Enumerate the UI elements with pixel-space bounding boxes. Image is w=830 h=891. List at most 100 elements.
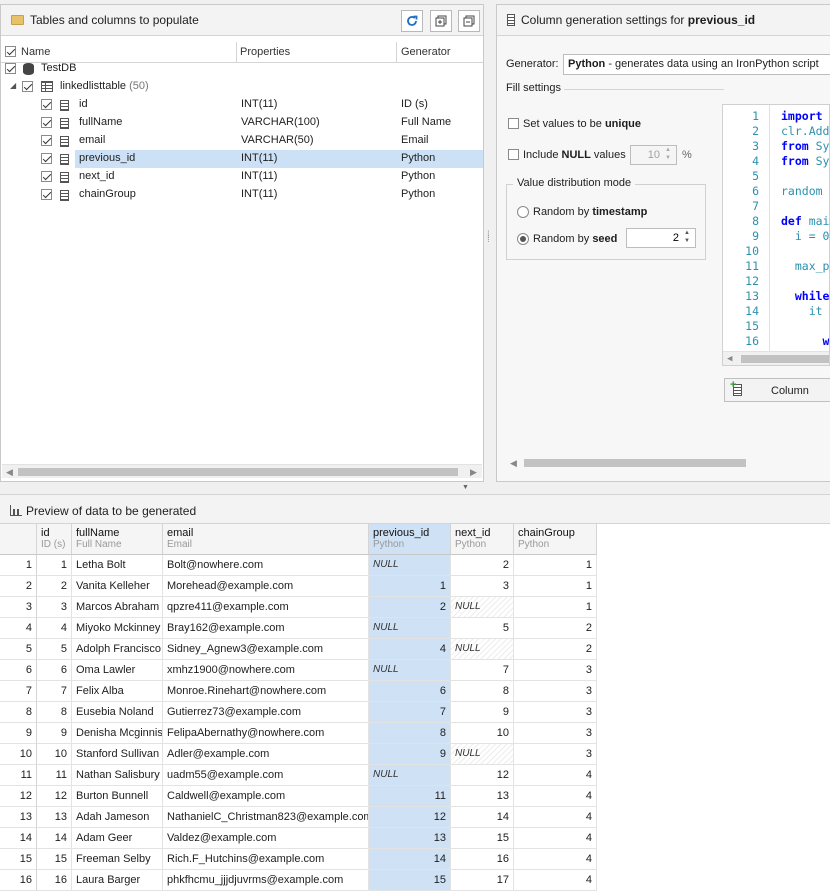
grid-cell[interactable]: 9 xyxy=(37,723,72,744)
column-checkbox[interactable] xyxy=(41,189,52,200)
tree-row-table[interactable]: ◢ linkedlisttable (50) xyxy=(1,78,481,96)
column-checkbox[interactable] xyxy=(41,153,52,164)
grid-cell[interactable]: 4 xyxy=(514,849,597,870)
code-scroll-thumb[interactable] xyxy=(741,355,829,363)
grid-cell[interactable]: Vanita Kelleher xyxy=(72,576,163,597)
grid-cell[interactable]: 1 xyxy=(514,597,597,618)
code-scroll-left-icon[interactable]: ◀ xyxy=(727,354,732,364)
grid-cell[interactable]: NULL xyxy=(451,597,514,618)
column-checkbox[interactable] xyxy=(41,135,52,146)
grid-cell[interactable]: Laura Barger xyxy=(72,870,163,891)
grid-cell[interactable]: 14 xyxy=(451,807,514,828)
grid-cell[interactable]: Nathan Salisbury xyxy=(72,765,163,786)
grid-cell[interactable]: 16 xyxy=(37,870,72,891)
grid-cell[interactable]: 3 xyxy=(514,744,597,765)
grid-cell[interactable]: 4 xyxy=(514,870,597,891)
grid-cell[interactable]: 15 xyxy=(369,870,451,891)
grid-cell[interactable]: 4 xyxy=(37,618,72,639)
grid-cell[interactable]: 1 xyxy=(514,555,597,576)
grid-cell[interactable]: 7 xyxy=(369,702,451,723)
grid-cell[interactable]: NathanielC_Christman823@example.com xyxy=(163,807,369,828)
grid-cell[interactable]: Valdez@example.com xyxy=(163,828,369,849)
grid-column-header[interactable]: next_id Python xyxy=(451,524,514,555)
scroll-right-icon[interactable]: ▶ xyxy=(470,467,477,478)
expand-all-button[interactable] xyxy=(430,10,452,32)
database-checkbox[interactable] xyxy=(5,63,16,74)
grid-cell[interactable]: FelipaAbernathy@nowhere.com xyxy=(163,723,369,744)
generator-select[interactable]: Python - generates data using an IronPyt… xyxy=(563,54,830,75)
grid-cell[interactable]: 3 xyxy=(514,660,597,681)
scroll-thumb[interactable] xyxy=(18,468,458,476)
tables-horizontal-scrollbar[interactable]: ◀ ▶ xyxy=(2,464,482,478)
grid-cell[interactable]: 11 xyxy=(37,765,72,786)
column-button[interactable]: + Column xyxy=(724,378,830,402)
grid-cell[interactable]: 2 xyxy=(514,618,597,639)
grid-cell[interactable]: Caldwell@example.com xyxy=(163,786,369,807)
grid-cell[interactable]: 1 xyxy=(514,576,597,597)
grid-cell[interactable]: 4 xyxy=(514,828,597,849)
grid-cell[interactable]: Rich.F_Hutchins@example.com xyxy=(163,849,369,870)
grid-cell[interactable]: NULL xyxy=(369,765,451,786)
grid-cell[interactable]: 13 xyxy=(451,786,514,807)
tree-row-column[interactable]: next_id INT(11) Python xyxy=(1,168,481,186)
grid-cell[interactable]: 3 xyxy=(37,597,72,618)
grid-cell[interactable]: 7 xyxy=(37,681,72,702)
grid-cell[interactable]: Stanford Sullivan xyxy=(72,744,163,765)
grid-cell[interactable]: 8 xyxy=(451,681,514,702)
grid-cell[interactable]: 12 xyxy=(451,765,514,786)
collapse-all-button[interactable] xyxy=(458,10,480,32)
grid-cell[interactable]: 12 xyxy=(369,807,451,828)
grid-cell[interactable]: 10 xyxy=(37,744,72,765)
grid-cell[interactable]: 8 xyxy=(369,723,451,744)
random-seed-radio[interactable] xyxy=(517,233,529,245)
grid-cell[interactable]: 13 xyxy=(37,807,72,828)
grid-cell[interactable]: 9 xyxy=(369,744,451,765)
column-checkbox[interactable] xyxy=(41,117,52,128)
grid-cell[interactable]: 15 xyxy=(37,849,72,870)
grid-cell[interactable]: uadm55@example.com xyxy=(163,765,369,786)
grid-cell[interactable]: 1 xyxy=(37,555,72,576)
include-null-checkbox[interactable] xyxy=(508,149,519,160)
grid-cell[interactable]: 3 xyxy=(514,702,597,723)
grid-cell[interactable]: 6 xyxy=(37,660,72,681)
column-checkbox[interactable] xyxy=(41,99,52,110)
splitter-grip-icon[interactable]: ⁞ ⁞ xyxy=(487,231,490,245)
grid-cell[interactable]: Marcos Abraham xyxy=(72,597,163,618)
grid-cell[interactable]: 14 xyxy=(369,849,451,870)
grid-cell[interactable]: 4 xyxy=(514,765,597,786)
settings-scroll-left-icon[interactable]: ◀ xyxy=(510,458,517,469)
grid-cell[interactable]: 14 xyxy=(37,828,72,849)
grid-cell[interactable]: Felix Alba xyxy=(72,681,163,702)
grid-cell[interactable]: 3 xyxy=(451,576,514,597)
grid-cell[interactable]: 9 xyxy=(451,702,514,723)
grid-cell[interactable]: 16 xyxy=(451,849,514,870)
grid-cell[interactable]: Burton Bunnell xyxy=(72,786,163,807)
settings-horizontal-scrollbar[interactable]: ◀ xyxy=(508,456,830,470)
grid-cell[interactable]: 4 xyxy=(514,807,597,828)
column-header-properties[interactable]: Properties xyxy=(240,42,290,62)
grid-cell[interactable]: Denisha Mcginnis xyxy=(72,723,163,744)
grid-cell[interactable]: 7 xyxy=(451,660,514,681)
grid-column-header[interactable]: chainGroup Python xyxy=(514,524,597,555)
panel-collapse-icon[interactable]: ▼ xyxy=(462,484,469,491)
random-timestamp-radio[interactable] xyxy=(517,206,529,218)
grid-cell[interactable]: Miyoko Mckinney xyxy=(72,618,163,639)
scroll-left-icon[interactable]: ◀ xyxy=(6,467,13,478)
grid-cell[interactable]: 5 xyxy=(37,639,72,660)
grid-cell[interactable]: NULL xyxy=(369,660,451,681)
seed-spin-arrows-icon[interactable]: ▲ ▼ xyxy=(684,229,690,245)
grid-cell[interactable]: Bolt@nowhere.com xyxy=(163,555,369,576)
grid-cell[interactable]: NULL xyxy=(369,555,451,576)
spin-arrows-icon[interactable]: ▲ ▼ xyxy=(665,146,671,162)
grid-cell[interactable]: Adah Jameson xyxy=(72,807,163,828)
grid-cell[interactable]: 2 xyxy=(451,555,514,576)
grid-cell[interactable]: 3 xyxy=(514,723,597,744)
grid-cell[interactable]: Adolph Francisco xyxy=(72,639,163,660)
python-script-editor[interactable]: 1 import 2 clr.Add 3 from Sy 4 from Sy 5 6 random 7… xyxy=(722,104,830,366)
grid-cell[interactable]: Monroe.Rinehart@nowhere.com xyxy=(163,681,369,702)
tree-row-database[interactable]: TestDB xyxy=(1,60,481,78)
grid-cell[interactable]: 10 xyxy=(451,723,514,744)
grid-cell[interactable]: Letha Bolt xyxy=(72,555,163,576)
grid-cell[interactable]: xmhz1900@nowhere.com xyxy=(163,660,369,681)
grid-cell[interactable]: qpzre411@example.com xyxy=(163,597,369,618)
